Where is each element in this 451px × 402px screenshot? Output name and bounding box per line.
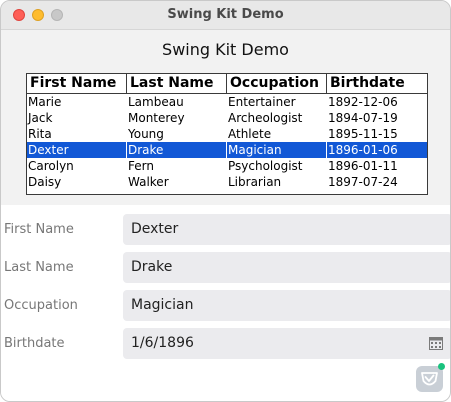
cell-occupation: Entertainer <box>228 95 296 109</box>
birthdate-field[interactable]: 1/6/1896 <box>123 328 450 359</box>
cell-first-name: Daisy <box>28 175 62 189</box>
cell-birthdate: 1897-07-24 <box>328 175 398 189</box>
cell-last-name: Monterey <box>128 111 185 125</box>
cell-occupation: Magician <box>227 142 327 158</box>
app-window: Swing Kit Demo Swing Kit Demo First Name… <box>0 0 451 402</box>
cell-birthdate: 1892-12-06 <box>328 95 398 109</box>
first-name-field[interactable]: Dexter <box>123 214 450 245</box>
cell-occupation: Librarian <box>228 175 282 189</box>
table-row[interactable]: Jack Monterey Archeologist 1894-07-19 <box>27 110 427 126</box>
status-dot <box>438 363 445 370</box>
cell-first-name: Carolyn <box>28 159 74 173</box>
window-title: Swing Kit Demo <box>167 7 284 22</box>
cell-occupation: Athlete <box>228 127 272 141</box>
cell-last-name: Walker <box>128 175 169 189</box>
cell-first-name: Rita <box>28 127 52 141</box>
table-row[interactable]: Daisy Walker Librarian 1897-07-24 <box>27 174 427 190</box>
column-header-occupation[interactable]: Occupation <box>227 74 327 93</box>
cell-birthdate: 1896-01-11 <box>328 159 398 173</box>
people-table[interactable]: First Name Last Name Occupation Birthdat… <box>26 73 428 195</box>
last-name-label: Last Name <box>4 260 74 275</box>
cell-occupation: Psychologist <box>228 159 303 173</box>
table-row-selected[interactable]: Dexter Drake Magician 1896-01-06 <box>27 142 427 158</box>
cell-first-name: Jack <box>28 111 53 125</box>
table-row[interactable]: Rita Young Athlete 1895-11-15 <box>27 126 427 142</box>
cell-birthdate: 1895-11-15 <box>328 127 398 141</box>
cell-birthdate: 1894-07-19 <box>328 111 398 125</box>
cell-birthdate: 1896-01-06 <box>328 143 398 157</box>
column-header-last-name[interactable]: Last Name <box>127 74 227 93</box>
occupation-label: Occupation <box>4 298 78 313</box>
first-name-label: First Name <box>4 222 74 237</box>
cell-last-name: Drake <box>127 142 227 158</box>
cell-first-name: Dexter <box>27 142 127 158</box>
page-heading: Swing Kit Demo <box>162 40 289 59</box>
occupation-field[interactable]: Magician <box>123 290 450 321</box>
cell-last-name: Young <box>128 127 164 141</box>
table-row[interactable]: Carolyn Fern Psychologist 1896-01-11 <box>27 158 427 174</box>
cell-last-name: Fern <box>128 159 154 173</box>
column-header-first-name[interactable]: First Name <box>27 74 127 93</box>
cell-first-name: Marie <box>28 95 62 109</box>
calendar-icon[interactable] <box>429 336 443 350</box>
cell-last-name: Lambeau <box>128 95 184 109</box>
cell-occupation: Archeologist <box>228 111 303 125</box>
table-header: First Name Last Name Occupation Birthdat… <box>27 74 427 94</box>
table-row[interactable]: Marie Lambeau Entertainer 1892-12-06 <box>27 94 427 110</box>
shield-check-icon[interactable] <box>416 366 443 392</box>
title-bar[interactable]: Swing Kit Demo <box>1 1 450 30</box>
birthdate-label: Birthdate <box>4 336 65 351</box>
last-name-field[interactable]: Drake <box>123 252 450 283</box>
column-header-birthdate[interactable]: Birthdate <box>327 74 427 93</box>
